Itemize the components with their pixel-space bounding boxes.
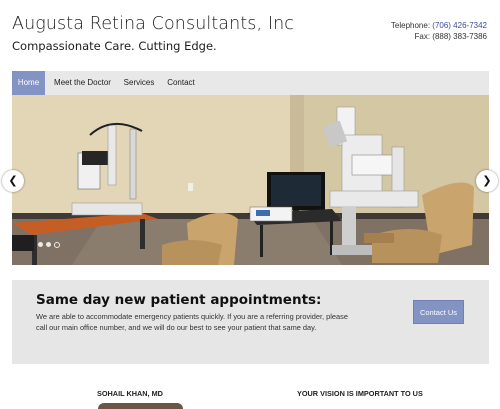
exam-room-photo: [12, 95, 489, 265]
doctor-heading: SOHAIL KHAN, MD: [97, 389, 163, 398]
slider-dot-3[interactable]: [54, 241, 60, 248]
image-slider[interactable]: [12, 95, 489, 265]
slider-dot-2[interactable]: [46, 242, 51, 247]
appointment-title: Same day new patient appointments:: [36, 292, 322, 308]
vision-heading: YOUR VISION IS IMPORTANT TO US: [297, 389, 423, 398]
chevron-left-icon: ❮: [8, 174, 18, 187]
appointment-banner: Same day new patient appointments: We ar…: [12, 280, 489, 364]
doctor-photo: [98, 403, 183, 409]
nav-item-home[interactable]: Home: [12, 71, 45, 95]
main-nav: Home Meet the Doctor Services Contact: [12, 71, 489, 95]
fax-number: Fax: (888) 383-7386: [414, 32, 488, 41]
telephone-link[interactable]: (706) 426-7342: [432, 21, 487, 30]
nav-item-contact[interactable]: Contact: [163, 71, 199, 95]
site-header: Augusta Retina Consultants, Inc Compassi…: [0, 0, 500, 70]
nav-item-services[interactable]: Services: [120, 71, 158, 95]
contact-us-button[interactable]: Contact Us: [413, 300, 464, 324]
header-contact-info: Telephone: (706) 426-7342 Fax: (888) 383…: [391, 20, 487, 42]
site-title[interactable]: Augusta Retina Consultants, Inc: [12, 14, 294, 34]
chevron-right-icon: ❯: [482, 174, 492, 187]
slider-prev-button[interactable]: ❮: [2, 170, 24, 192]
appointment-text: We are able to accommodate emergency pat…: [36, 312, 348, 332]
slider-next-button[interactable]: ❯: [476, 170, 498, 192]
telephone-line: Telephone: (706) 426-7342: [391, 20, 487, 31]
slider-dot-1[interactable]: [38, 242, 43, 247]
site-tagline: Compassionate Care. Cutting Edge.: [12, 39, 217, 53]
telephone-label: Telephone:: [390, 21, 431, 30]
nav-item-meet-the-doctor[interactable]: Meet the Doctor: [50, 71, 115, 95]
